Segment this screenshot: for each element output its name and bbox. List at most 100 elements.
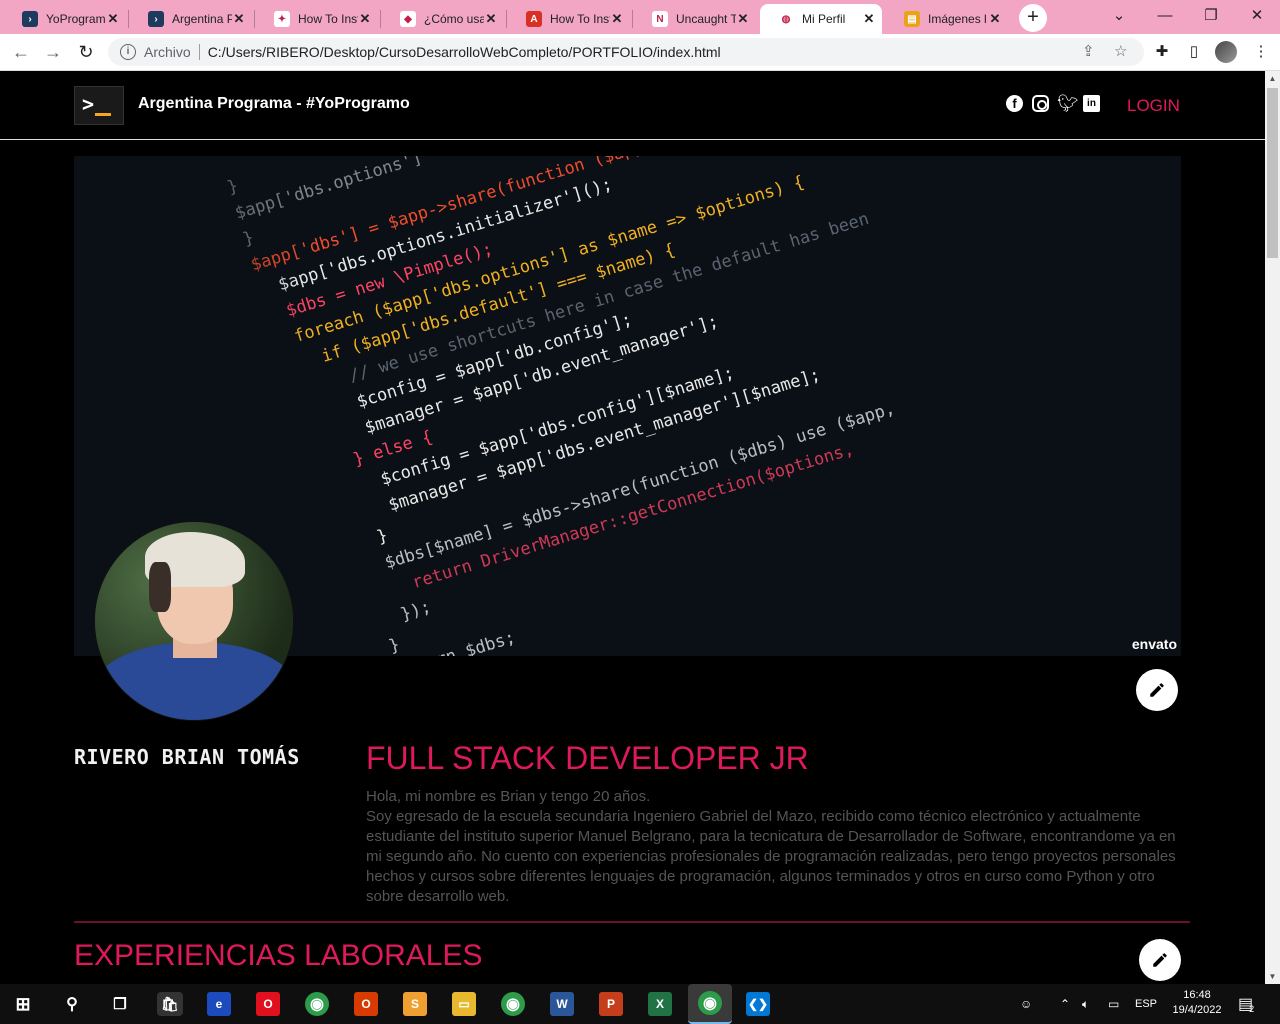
stack-favicon-icon: ✦: [274, 11, 290, 27]
vscode-glyph: ❮❯: [746, 992, 770, 1016]
powerpoint-icon[interactable]: P: [598, 992, 624, 1016]
sublime-icon[interactable]: S: [402, 992, 428, 1016]
address-bar[interactable]: i Archivo C:/Users/RIBERO/Desktop/CursoD…: [108, 38, 1144, 66]
vscode-icon[interactable]: ❮❯: [745, 992, 771, 1016]
minimize-window-button[interactable]: —: [1142, 0, 1188, 34]
bookmark-star-icon[interactable]: ☆: [1114, 42, 1127, 60]
language-indicator[interactable]: ESP: [1135, 984, 1157, 1024]
scroll-up-arrow-icon[interactable]: ▲: [1265, 71, 1280, 86]
volume-icon[interactable]: 🔈︎: [1082, 984, 1089, 1024]
browser-tab[interactable]: N Uncaught T ✕: [634, 4, 756, 34]
opera-glyph: O: [256, 992, 280, 1016]
tab-separator: [254, 10, 255, 28]
file-explorer-icon[interactable]: ▭: [451, 992, 477, 1016]
edit-experience-button[interactable]: [1139, 939, 1181, 981]
opera-icon[interactable]: O: [255, 992, 281, 1016]
profile-name: RIVERO BRIAN TOMÁS: [74, 745, 300, 769]
reload-icon[interactable]: ↻: [74, 40, 98, 64]
search-icon[interactable]: ⚲: [59, 992, 85, 1016]
tab-separator: [632, 10, 633, 28]
clock-date: 19/4/2022: [1172, 1004, 1222, 1016]
tab-title: Imágenes l: [928, 12, 987, 26]
tab-close-icon[interactable]: ✕: [988, 11, 1002, 27]
task-view-icon[interactable]: ❐: [107, 992, 133, 1016]
browser-tab[interactable]: ◍ Mi Perfil ✕: [760, 4, 882, 34]
side-panel-icon[interactable]: ▯: [1183, 41, 1205, 63]
browser-tab[interactable]: ◆ ¿Cómo usa ✕: [382, 4, 504, 34]
bio-line-intro: Hola, mi nombre es Brian y tengo 20 años…: [366, 788, 651, 805]
store-icon[interactable]: 🛍︎: [157, 992, 183, 1016]
chrome-glyph: ◉: [305, 992, 329, 1016]
tab-title: How To Inst: [298, 12, 358, 26]
people-icon[interactable]: ☺: [1020, 984, 1032, 1024]
browser-toolbar: ← → ↻ i Archivo C:/Users/RIBERO/Desktop/…: [0, 34, 1280, 71]
login-link[interactable]: LOGIN: [1127, 96, 1180, 116]
restore-window-button[interactable]: ❐: [1188, 0, 1234, 34]
tray-chevron-icon[interactable]: ⌃: [1060, 984, 1070, 1024]
edge-legacy-icon[interactable]: e: [206, 992, 232, 1016]
twitter-icon[interactable]: 🐦︎: [1057, 95, 1079, 112]
network-icon[interactable]: ▭: [1108, 984, 1119, 1024]
share-icon[interactable]: ⇪: [1082, 42, 1095, 60]
close-window-button[interactable]: ✕: [1234, 0, 1280, 34]
site-info-icon[interactable]: i: [120, 44, 136, 60]
browser-tab[interactable]: ▤ Imágenes l ✕: [886, 4, 1008, 34]
chrome-profile-icon[interactable]: ◉: [500, 992, 526, 1016]
tab-close-icon[interactable]: ✕: [358, 11, 372, 27]
facebook-icon[interactable]: f: [1006, 95, 1023, 112]
tab-close-icon[interactable]: ✕: [484, 11, 498, 27]
browser-tab[interactable]: › Argentina P ✕: [130, 4, 252, 34]
windows-taskbar: ⊞ ⚲ ❐ 🛍︎ ☺ ⌃ 🔈︎ ▭ ESP 16:48 19/4/2022 ▤ 2…: [0, 984, 1280, 1024]
office-icon[interactable]: O: [353, 992, 379, 1016]
menu-kebab-icon[interactable]: ⋮: [1250, 41, 1272, 63]
windows-start-icon[interactable]: ⊞: [10, 992, 36, 1016]
page-scrollbar[interactable]: ▲ ▼: [1265, 71, 1280, 984]
browser-tab[interactable]: › YoPrograma ✕: [4, 4, 126, 34]
extensions-puzzle-icon[interactable]: ✚: [1151, 41, 1173, 63]
system-clock[interactable]: 16:48 19/4/2022: [1168, 988, 1226, 1018]
notifications-icon[interactable]: ▤ 2: [1238, 984, 1254, 1024]
profile-photo: [94, 521, 294, 721]
site-navbar: > Argentina Programa - #YoProgramo f 🐦︎ …: [0, 71, 1265, 140]
back-arrow-icon[interactable]: ←: [9, 40, 33, 64]
profile-role: FULL STACK DEVELOPER JR: [366, 740, 809, 776]
browser-tab[interactable]: ✦ How To Inst ✕: [256, 4, 378, 34]
chrome-icon[interactable]: ◉: [304, 992, 330, 1016]
profile-avatar[interactable]: [1215, 41, 1237, 63]
tab-close-icon[interactable]: ✕: [610, 11, 624, 27]
chrome-profile-glyph: ◉: [501, 992, 525, 1016]
linkedin-icon[interactable]: in: [1083, 95, 1100, 112]
chrome-active-icon[interactable]: ◉: [688, 984, 732, 1024]
tab-title: Uncaught T: [676, 12, 736, 26]
chrome-active-glyph: ◉: [698, 991, 722, 1015]
site-brand[interactable]: Argentina Programa - #YoProgramo: [138, 95, 410, 113]
browser-tab-strip: + ⌄ — ❐ ✕ › YoPrograma ✕ › Argentina P ✕ ✦ How …: [0, 0, 1280, 34]
tab-close-icon[interactable]: ✕: [106, 11, 120, 27]
scroll-down-arrow-icon[interactable]: ▼: [1265, 969, 1280, 984]
tab-close-icon[interactable]: ✕: [232, 11, 246, 27]
instagram-icon[interactable]: [1032, 95, 1049, 112]
tab-separator: [380, 10, 381, 28]
word-glyph: W: [550, 992, 574, 1016]
forward-arrow-icon[interactable]: →: [41, 40, 65, 64]
envato-watermark: envato: [1131, 636, 1177, 652]
notification-count: 2: [1249, 1004, 1255, 1014]
edit-banner-button[interactable]: [1136, 669, 1178, 711]
tab-separator: [128, 10, 129, 28]
tab-search-icon[interactable]: ⌄: [1096, 0, 1142, 34]
powerpoint-glyph: P: [599, 992, 623, 1016]
browser-tab[interactable]: A How To Inst ✕: [508, 4, 630, 34]
sublime-glyph: S: [403, 992, 427, 1016]
terminal-logo[interactable]: >: [74, 86, 124, 125]
scrollbar-thumb[interactable]: [1267, 88, 1278, 258]
images-favicon-icon: ▤: [904, 11, 920, 27]
experience-section-title: EXPERIENCIAS LABORALES: [74, 939, 483, 972]
url-text[interactable]: C:/Users/RIBERO/Desktop/CursoDesarrolloW…: [208, 44, 721, 60]
excel-icon[interactable]: X: [647, 992, 673, 1016]
word-icon[interactable]: W: [549, 992, 575, 1016]
tab-close-icon[interactable]: ✕: [862, 11, 876, 27]
terminal-favicon-icon: ›: [22, 11, 38, 27]
pencil-icon: [1153, 953, 1167, 967]
tab-close-icon[interactable]: ✕: [736, 11, 750, 27]
new-tab-button[interactable]: +: [1019, 4, 1047, 32]
